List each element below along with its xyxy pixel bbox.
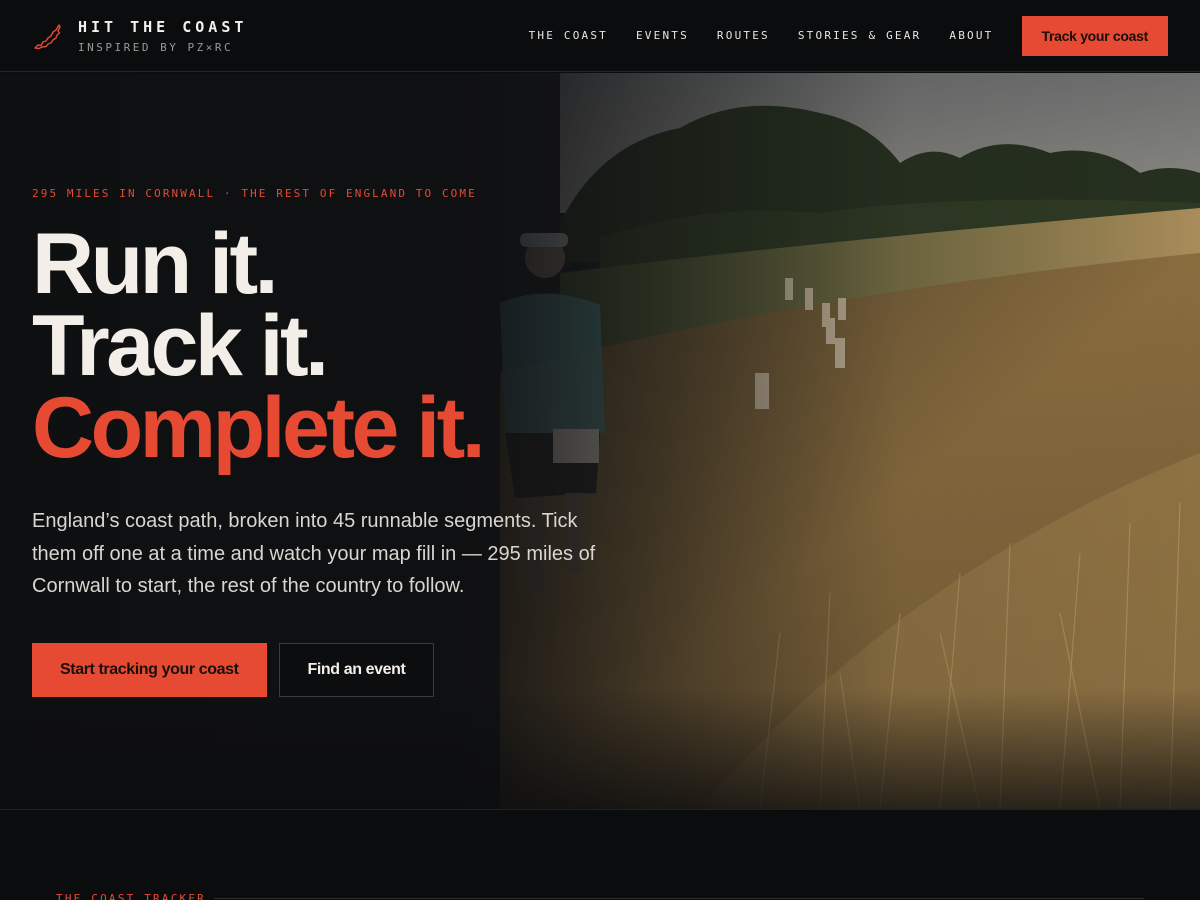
brand[interactable]: HIT THE COAST INSPIRED BY PZ×RC xyxy=(32,18,247,54)
headline-line-track: Track it. xyxy=(32,298,329,394)
coast-tracker-section: THE COAST TRACKER xyxy=(0,809,1200,900)
headline-line-complete: Complete it. xyxy=(32,380,486,476)
hero-ctas: Start tracking your coast Find an event xyxy=(32,643,435,697)
site-header: HIT THE COAST INSPIRED BY PZ×RC THE COAS… xyxy=(0,0,1200,72)
page: HIT THE COAST INSPIRED BY PZ×RC THE COAS… xyxy=(0,0,1200,900)
track-your-coast-button[interactable]: Track your coast xyxy=(1021,15,1168,56)
nav-events[interactable]: EVENTS xyxy=(636,29,689,42)
brand-title: HIT THE COAST xyxy=(78,17,248,36)
nav-the-coast[interactable]: THE COAST xyxy=(529,29,608,42)
hero-headline: Run it. Track it. Complete it. xyxy=(32,216,486,476)
nav-routes[interactable]: ROUTES xyxy=(717,29,770,42)
section-label: THE COAST TRACKER xyxy=(56,892,206,900)
nav-about[interactable]: ABOUT xyxy=(949,29,993,42)
hero-bottom-fade xyxy=(0,689,1200,809)
main-nav: THE COAST EVENTS ROUTES STORIES & GEAR A… xyxy=(501,15,1168,56)
find-event-button[interactable]: Find an event xyxy=(278,643,435,697)
hero: 295 MILES IN CORNWALL · THE REST OF ENGL… xyxy=(0,73,1200,809)
headline-line-run: Run it. xyxy=(32,216,279,312)
hero-eyebrow: 295 MILES IN CORNWALL · THE REST OF ENGL… xyxy=(32,187,477,200)
brand-subtitle: INSPIRED BY PZ×RC xyxy=(78,40,234,54)
start-tracking-button[interactable]: Start tracking your coast xyxy=(32,643,267,697)
cornwall-outline-icon xyxy=(34,23,61,49)
section-divider xyxy=(214,898,1144,899)
hero-lede: England’s coast path, broken into 45 run… xyxy=(32,510,596,597)
nav-stories-gear[interactable]: STORIES & GEAR xyxy=(798,29,922,42)
